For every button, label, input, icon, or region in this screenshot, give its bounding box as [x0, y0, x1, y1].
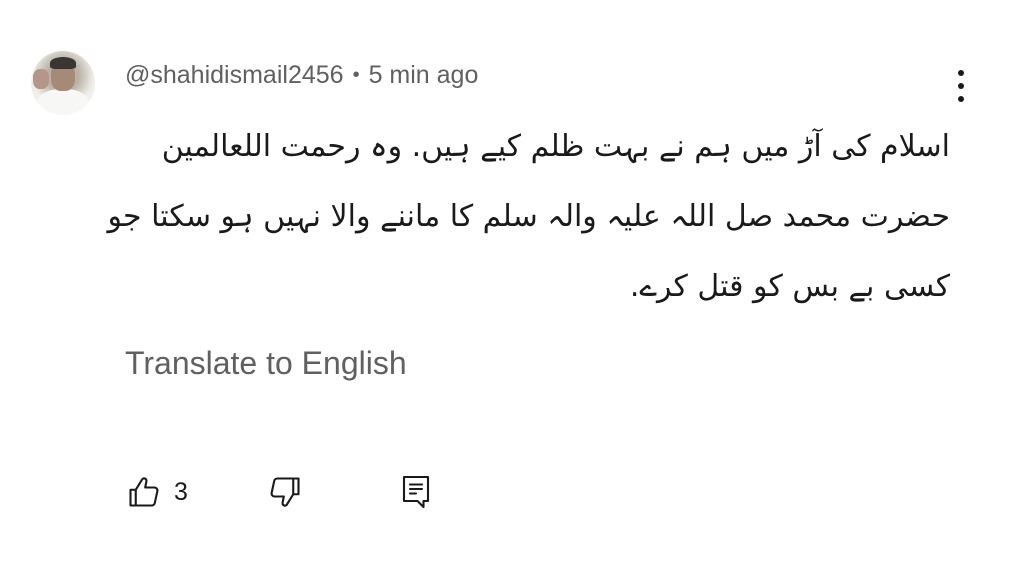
more-options-button[interactable]: [946, 66, 976, 106]
more-vertical-icon-dot: [958, 83, 964, 89]
like-count: 3: [174, 477, 188, 506]
comment-reply-icon: [398, 472, 434, 512]
avatar-shirt: [37, 89, 89, 115]
thumbs-down-icon: [267, 474, 303, 510]
comment-text-line: اسلام کی آڑ میں ہم نے بہت ظلم کیے ہیں. و…: [161, 129, 950, 164]
avatar-hair: [50, 57, 76, 69]
author-name[interactable]: @shahidismail2456: [125, 61, 344, 90]
more-vertical-icon: [958, 70, 964, 76]
thumbs-up-icon: [126, 474, 162, 510]
comment-actions: 3: [126, 470, 434, 514]
avatar-hand: [33, 69, 49, 89]
translate-button[interactable]: Translate to English: [125, 345, 407, 382]
comment-header: @shahidismail2456 • 5 min ago: [125, 57, 478, 93]
avatar[interactable]: [31, 51, 95, 115]
more-vertical-icon-dot: [958, 96, 964, 102]
comment-text-line: حضرت محمد صل اللہ علیہ والہ سلم کا ماننے…: [107, 199, 950, 234]
comment-timestamp[interactable]: 5 min ago: [369, 61, 479, 90]
reply-button[interactable]: [398, 472, 434, 512]
comment-text-line: کسی بے بس کو قتل کرے.: [629, 269, 950, 304]
like-button[interactable]: 3: [126, 474, 188, 510]
comment-text: اسلام کی آڑ میں ہم نے بہت ظلم کیے ہیں. و…: [107, 112, 950, 322]
comment-item: @shahidismail2456 • 5 min ago اسلام کی آ…: [0, 0, 1024, 569]
dislike-button[interactable]: [267, 474, 303, 510]
header-separator: •: [352, 63, 360, 86]
